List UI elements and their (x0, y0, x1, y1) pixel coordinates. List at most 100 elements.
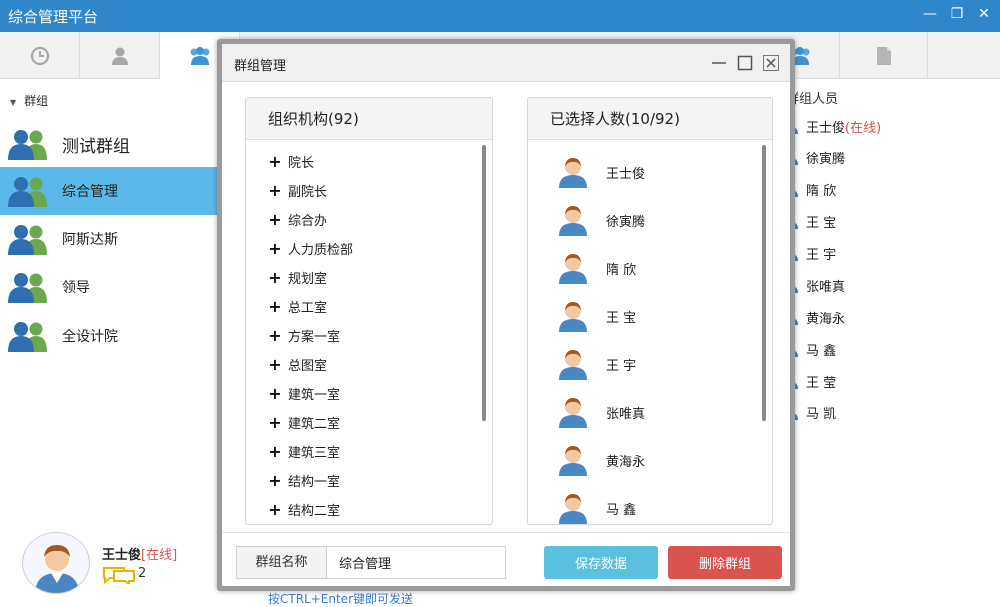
plus-icon[interactable]: + (268, 210, 282, 229)
member-name: 张唯真 (806, 279, 846, 295)
current-user-name: 王士俊[在线] (102, 544, 177, 563)
maximize-icon[interactable] (736, 54, 754, 72)
org-item[interactable]: + 方案一室 (268, 325, 340, 345)
save-button[interactable]: 保存数据 (544, 546, 658, 579)
user-icon (559, 350, 587, 380)
member-name: 王 莹 (806, 375, 837, 391)
restore-button[interactable]: ❐ (947, 3, 967, 25)
selected-item[interactable]: 马 鑫 (556, 491, 636, 524)
delete-group-button[interactable]: 删除群组 (668, 546, 782, 579)
group-section-label: 群组 (24, 94, 49, 108)
selected-name: 黄海永 (606, 454, 646, 470)
group-item-asdas[interactable]: 阿斯达斯 (0, 215, 222, 263)
member-name: 黄海永 (806, 311, 846, 327)
plus-icon[interactable]: + (268, 239, 282, 258)
selected-name: 隋 欣 (606, 262, 637, 278)
avatar[interactable] (22, 532, 90, 594)
user-icon (559, 494, 587, 524)
user-icon (559, 254, 587, 284)
org-item-label: 综合办 (288, 213, 328, 229)
org-item[interactable]: + 副院长 (268, 180, 327, 200)
group-section-header[interactable]: ▼ 群组 (10, 92, 48, 109)
org-list[interactable]: + 院长 + 副院长 + 综合办 + 人力质检部 + 规划室 + 总工室 + 方案一室 + 总图… (246, 141, 492, 524)
tab-empty[interactable] (928, 32, 1000, 79)
org-item-label: 建筑三室 (288, 445, 341, 461)
tab-files[interactable] (840, 32, 928, 79)
minimize-button[interactable]: — (920, 3, 940, 25)
selected-item[interactable]: 王士俊 (556, 155, 645, 189)
group-icon (8, 322, 47, 352)
plus-icon[interactable]: + (268, 500, 282, 519)
plus-icon[interactable]: + (268, 326, 282, 345)
member-name: 隋 欣 (806, 183, 837, 199)
org-item[interactable]: + 综合办 (268, 209, 327, 229)
group-icon (8, 177, 47, 207)
plus-icon[interactable]: + (268, 152, 282, 171)
plus-icon[interactable]: + (268, 442, 282, 461)
org-item[interactable]: + 建筑一室 (268, 383, 340, 403)
group-sidebar: ▼ 群组 测试群组 综合管理 阿斯达斯 领导 全设计院 (0, 80, 222, 520)
member-name: 马 鑫 (806, 343, 837, 359)
selected-scrollbar[interactable] (762, 145, 766, 421)
user-icon (559, 446, 587, 476)
org-item-label: 副院长 (288, 184, 328, 200)
group-icon (8, 130, 47, 160)
tab-history[interactable] (0, 32, 80, 79)
org-item-label: 建筑二室 (288, 416, 341, 432)
plus-icon[interactable]: + (268, 297, 282, 316)
group-item-test[interactable]: 测试群组 (0, 120, 222, 168)
selected-name: 马 鑫 (606, 502, 637, 518)
org-item[interactable]: + 结构一室 (268, 470, 340, 490)
member-item[interactable]: 王士俊 (在线) (784, 115, 881, 137)
org-item[interactable]: + 建筑三室 (268, 441, 340, 461)
selected-item[interactable]: 隋 欣 (556, 251, 636, 285)
user-avatar-icon (35, 545, 79, 593)
user-icon (559, 398, 587, 428)
selected-list[interactable]: 王士俊 徐寅腾 隋 欣 王 宝 王 宇 张唯真 黄海永 马 鑫 (528, 141, 772, 524)
selected-name: 王士俊 (606, 166, 646, 182)
org-item-label: 方案一室 (288, 329, 341, 345)
group-icon (190, 47, 209, 65)
tab-contacts[interactable] (80, 32, 160, 79)
group-icon (8, 273, 47, 303)
selected-item[interactable]: 张唯真 (556, 395, 645, 429)
online-status: [在线] (141, 548, 178, 563)
close-button[interactable]: ✕ (974, 3, 994, 25)
group-item-institute[interactable]: 全设计院 (0, 312, 222, 360)
org-item[interactable]: + 总图室 (268, 354, 327, 374)
minimize-icon[interactable] (710, 54, 728, 72)
org-item[interactable]: + 结构二室 (268, 499, 340, 519)
plus-icon[interactable]: + (268, 413, 282, 432)
dialog-title-bar[interactable]: 群组管理 (222, 44, 790, 82)
org-scrollbar[interactable] (482, 145, 486, 421)
selected-item[interactable]: 黄海永 (556, 443, 645, 477)
plus-icon[interactable]: + (268, 268, 282, 287)
org-item[interactable]: + 总工室 (268, 296, 327, 316)
dialog-title: 群组管理 (234, 59, 287, 74)
selected-panel-title: 已选择人数(10/92) (528, 98, 772, 140)
group-item-management[interactable]: 综合管理 (0, 167, 222, 215)
member-name: 徐寅腾 (806, 151, 846, 167)
plus-icon[interactable]: + (268, 384, 282, 403)
group-item-label: 领导 (62, 280, 90, 296)
org-item[interactable]: + 规划室 (268, 267, 327, 287)
selected-item[interactable]: 徐寅腾 (556, 203, 645, 237)
group-name-input[interactable] (326, 546, 506, 579)
close-icon[interactable] (762, 54, 780, 72)
message-icon[interactable] (102, 566, 136, 584)
user-icon (559, 302, 587, 332)
selected-item[interactable]: 王 宝 (556, 299, 636, 333)
title-bar: 综合管理平台 — ❐ ✕ (0, 0, 1000, 32)
selected-name: 王 宝 (606, 310, 637, 326)
org-item[interactable]: + 院长 (268, 151, 314, 171)
plus-icon[interactable]: + (268, 181, 282, 200)
group-item-leaders[interactable]: 领导 (0, 263, 222, 311)
plus-icon[interactable]: + (268, 471, 282, 490)
plus-icon[interactable]: + (268, 355, 282, 374)
user-icon (559, 158, 587, 188)
org-item-label: 人力质检部 (288, 242, 354, 258)
group-icon (8, 225, 47, 255)
selected-item[interactable]: 王 宇 (556, 347, 636, 381)
org-item[interactable]: + 建筑二室 (268, 412, 340, 432)
org-item[interactable]: + 人力质检部 (268, 238, 353, 258)
